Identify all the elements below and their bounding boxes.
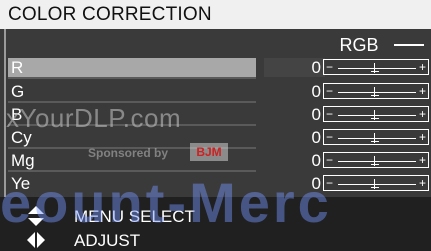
slider-track (338, 161, 416, 162)
minus-icon: − (326, 107, 334, 121)
minus-icon: − (326, 130, 334, 144)
adjust-slider[interactable]: − + (323, 106, 429, 122)
watermark-large: eount-Merc (0, 171, 332, 234)
row-value: 0 (264, 58, 325, 77)
slider-marker-base (371, 95, 379, 96)
slider-track (338, 138, 416, 139)
watermark-site: xYourDLP.com (6, 103, 182, 133)
adjust-slider[interactable]: − + (323, 83, 429, 99)
row-label: G (11, 82, 25, 101)
row-label: R (8, 58, 256, 77)
slider-track (338, 68, 416, 69)
slider-marker-base (371, 187, 379, 188)
adjust-slider[interactable]: − + (323, 175, 429, 191)
row-value: 0 (264, 151, 325, 170)
minus-icon: − (326, 60, 334, 74)
menu-row-g[interactable]: G 0 − + (8, 82, 431, 103)
slider-marker-base (371, 141, 379, 142)
row-value: 0 (264, 105, 325, 124)
minus-icon: − (326, 153, 334, 167)
slider-marker-base (371, 71, 379, 72)
slider-marker-base (371, 118, 379, 119)
slider-track (338, 115, 416, 116)
menu-title: COLOR CORRECTION (0, 0, 431, 29)
row-value: 0 (264, 82, 325, 101)
row-separator (8, 77, 256, 79)
plus-icon: + (418, 130, 426, 144)
slider-marker-base (371, 164, 379, 165)
slider-track (338, 92, 416, 93)
row-value: 0 (264, 128, 325, 147)
watermark-sponsored: Sponsored by (88, 146, 169, 160)
plus-icon: + (418, 84, 426, 98)
minus-icon: − (326, 84, 334, 98)
menu-row-r[interactable]: R 0 − + (8, 58, 431, 79)
adjust-slider[interactable]: − + (323, 152, 429, 168)
plus-icon: + (418, 153, 426, 167)
adjust-slider[interactable]: − + (323, 59, 429, 75)
mode-line (394, 44, 424, 46)
plus-icon: + (418, 107, 426, 121)
plus-icon: + (418, 60, 426, 74)
mode-label[interactable]: RGB (324, 32, 394, 58)
adjust-slider[interactable]: − + (323, 129, 429, 145)
slider-track (338, 184, 416, 185)
watermark-logo: BJM (190, 143, 228, 161)
plus-icon: + (418, 176, 426, 190)
